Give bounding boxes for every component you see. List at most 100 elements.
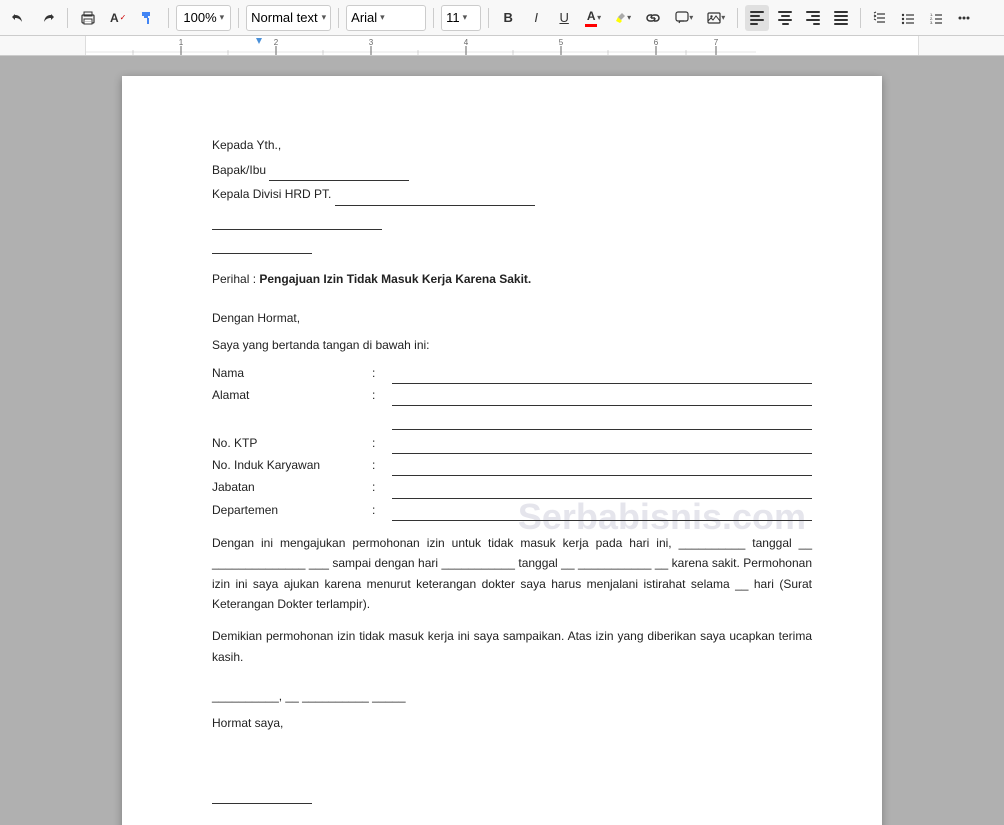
value-jabatan (392, 478, 812, 498)
document-content: Kepada Yth., Bapak/Ibu Kepala Divisi HRD… (212, 136, 812, 804)
recipient-title-text: Kepala Divisi HRD PT. (212, 187, 331, 201)
justify-icon (834, 11, 848, 25)
colon-alamat: : (372, 386, 392, 405)
intro-line: Saya yang bertanda tangan di bawah ini: (212, 336, 812, 355)
signature-block: __________, __ __________ _____ Hormat s… (212, 687, 812, 804)
svg-text:2: 2 (274, 38, 279, 47)
divider-6 (488, 8, 489, 28)
place-date-line: __________, __ __________ _____ (212, 687, 812, 706)
divider-3 (238, 8, 239, 28)
fontsize-label: 11 (446, 10, 460, 25)
value-departemen (392, 501, 812, 521)
divider-4 (338, 8, 339, 28)
svg-text:7: 7 (714, 38, 719, 47)
label-departemen: Departemen (212, 501, 372, 520)
perihal-prefix: Perihal : (212, 272, 259, 286)
value-alamat (392, 386, 812, 430)
signature-underline-area (212, 784, 812, 804)
numbered-list-button[interactable]: 1. 2. 3. (924, 5, 948, 31)
greeting-line: Kepada Yth., (212, 136, 812, 155)
closing-line: Hormat saya, (212, 714, 812, 733)
recipient-title-line: Kepala Divisi HRD PT. (212, 185, 812, 205)
highlight-button[interactable]: ▾ (610, 5, 636, 31)
divider-1 (67, 8, 68, 28)
insert-chevron: ▾ (689, 13, 693, 22)
value-nik (392, 456, 812, 476)
comment-button[interactable]: ▾ (670, 5, 698, 31)
intro-text: Saya yang bertanda tangan di bawah ini: (212, 338, 430, 352)
zoom-select[interactable]: 100% ▾ (176, 5, 231, 31)
text-color-chevron: ▾ (597, 13, 601, 22)
italic-button[interactable]: I (524, 5, 548, 31)
text-color-button[interactable]: A ▾ (580, 5, 606, 31)
image-chevron: ▾ (721, 13, 725, 22)
divider-5 (433, 8, 434, 28)
label-jabatan: Jabatan (212, 478, 372, 497)
redo-button[interactable] (34, 5, 60, 31)
field-alamat: Alamat : (212, 386, 812, 430)
style-label: Normal text (251, 10, 317, 25)
label-noktp: No. KTP (212, 434, 372, 453)
align-right-icon (806, 11, 820, 25)
field-noktp: No. KTP : (212, 434, 812, 454)
align-center-button[interactable] (773, 5, 797, 31)
fontsize-chevron: ▾ (463, 12, 468, 23)
colon-noktp: : (372, 434, 392, 453)
align-center-icon (778, 11, 792, 25)
paint-format-button[interactable] (135, 5, 161, 31)
spelling-button[interactable]: A ✓ (105, 5, 131, 31)
value-noktp (392, 434, 812, 454)
underline-button[interactable]: U (552, 5, 576, 31)
font-select[interactable]: Arial ▾ (346, 5, 426, 31)
place-date-text: __________, __ __________ _____ (212, 689, 406, 703)
salutation-line: Bapak/Ibu (212, 161, 812, 181)
print-button[interactable] (75, 5, 101, 31)
svg-text:3.: 3. (930, 20, 933, 25)
line-spacing-button[interactable] (868, 5, 892, 31)
font-chevron: ▾ (380, 12, 385, 23)
more-options-button[interactable] (952, 5, 976, 31)
svg-text:1: 1 (179, 38, 184, 47)
value-nama (392, 364, 812, 384)
greeting-text: Kepada Yth., (212, 138, 281, 152)
align-right-button[interactable] (801, 5, 825, 31)
address-line-2 (212, 234, 812, 254)
closing-text: Hormat saya, (212, 716, 283, 730)
bullet-list-button[interactable] (896, 5, 920, 31)
body-paragraph-2: Demikian permohonan izin tidak masuk ker… (212, 626, 812, 667)
font-label: Arial (351, 10, 377, 25)
colon-jabatan: : (372, 478, 392, 497)
colon-nama: : (372, 364, 392, 383)
opening-text: Dengan Hormat, (212, 311, 300, 325)
fontsize-select[interactable]: 11 ▾ (441, 5, 481, 31)
style-select[interactable]: Normal text ▾ (246, 5, 331, 31)
address-field-1 (212, 210, 382, 230)
field-departemen: Departemen : (212, 501, 812, 521)
link-button[interactable] (640, 5, 666, 31)
ruler-canvas: 1 2 3 4 5 6 7 (85, 36, 919, 55)
undo-button[interactable] (6, 5, 32, 31)
body-paragraph-1: Dengan ini mengajukan permohonan izin un… (212, 533, 812, 615)
image-button[interactable]: ▾ (702, 5, 730, 31)
zoom-value: 100% (183, 10, 216, 25)
svg-text:5: 5 (559, 38, 564, 47)
document-page: Serbabisnis.com Kepada Yth., Bapak/Ibu K… (122, 76, 882, 825)
undo-redo-group (6, 5, 60, 31)
label-alamat: Alamat (212, 386, 372, 405)
opening-line: Dengan Hormat, (212, 309, 812, 328)
justify-button[interactable] (829, 5, 853, 31)
svg-text:3: 3 (369, 38, 374, 47)
perihal-bold: Pengajuan Izin Tidak Masuk Kerja Karena … (259, 272, 531, 286)
recipient-title-field (335, 185, 535, 205)
zoom-chevron: ▾ (220, 12, 225, 23)
colon-departemen: : (372, 501, 392, 520)
align-left-button[interactable] (745, 5, 769, 31)
salutation-text: Bapak/Ibu (212, 163, 266, 177)
address-field-2 (212, 234, 312, 254)
perihal-line: Perihal : Pengajuan Izin Tidak Masuk Ker… (212, 270, 812, 289)
divider-7 (737, 8, 738, 28)
svg-text:6: 6 (654, 38, 659, 47)
bold-button[interactable]: B (496, 5, 520, 31)
colon-nik: : (372, 456, 392, 475)
ruler-right-margin (919, 36, 1004, 55)
